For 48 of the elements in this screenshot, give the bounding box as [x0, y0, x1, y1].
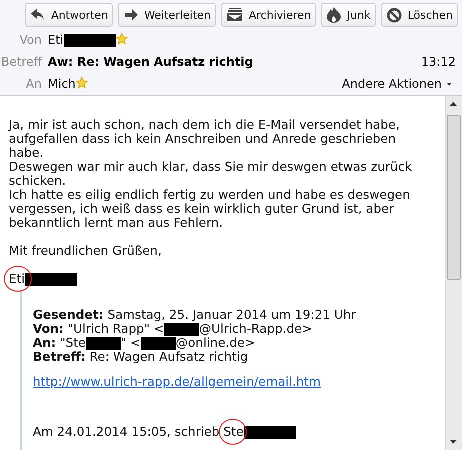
flame-icon	[327, 7, 342, 23]
toolbar-button[interactable]: Antworten	[25, 3, 114, 27]
subject-text: Aw: Re: Wagen Aufsatz richtig	[48, 55, 254, 69]
text: Re: Wagen Aufsatz richtig	[90, 350, 248, 364]
star-icon[interactable]	[116, 32, 128, 44]
text: Ste	[224, 425, 244, 439]
sender-name[interactable]: Eti	[48, 33, 64, 47]
text: @Ulrich-Rapp.de>	[199, 322, 312, 336]
message-paragraph: Mit freundlichen Grüßen,	[9, 244, 163, 258]
forward-arrow-icon	[124, 9, 138, 21]
text: @online.de>	[176, 336, 256, 350]
redaction-bar	[164, 322, 200, 336]
star-icon[interactable]	[76, 76, 88, 88]
redaction-bar	[25, 272, 78, 286]
time-text: 13:12	[421, 55, 456, 69]
scrollbar[interactable]	[445, 96, 462, 450]
field-label: An	[25, 77, 42, 91]
archive-box-icon	[227, 8, 244, 22]
no-entry-icon	[386, 8, 402, 22]
toolbar-button[interactable]: Archivieren	[221, 3, 316, 27]
toolbar-button[interactable]: Löschen	[380, 3, 458, 27]
redaction-bar	[86, 336, 121, 350]
redaction-bar	[244, 426, 296, 438]
reply-arrow-icon	[31, 9, 46, 21]
dropdown-caret-icon	[447, 82, 452, 86]
redaction-bar	[64, 34, 116, 46]
text: Eti	[9, 272, 26, 286]
text: "Ulrich Rapp" <	[68, 322, 164, 336]
field-label: An:	[33, 336, 56, 350]
scroll-down-arrow-icon[interactable]	[450, 440, 457, 444]
text: " <	[120, 336, 141, 350]
field-label: Betreff	[0, 55, 42, 69]
message-paragraph: Ja, mir ist auch schon, nach dem ich die E-Mail versendet habe, aufgefallen dass ich kein Anschreiben und Anrede geschrieben habe. Deswegen war mir auch klar, dass Sie mir deswgen etwas zurück schicken. Ich hatte es eilig endlich fertig zu werden und habe es deswegen vergessen, ich weiß dass es kein wirklich guter Grund ist, aber bekanntlich lernt man aus Fehlern.	[9, 118, 414, 230]
field-label: Gesendet:	[33, 308, 104, 322]
link[interactable]: http://www.ulrich-rapp.de/allgemein/email.htm	[33, 375, 445, 389]
text: Samstag, 25. Januar 2014 um 19:21 Uhr	[108, 308, 356, 322]
recipient-name[interactable]: Mich	[48, 77, 76, 91]
toolbar-button[interactable]: Weiterleiten	[118, 3, 216, 27]
more-actions-menu[interactable]: Andere Aktionen	[342, 77, 458, 91]
field-label: Betreff:	[33, 350, 86, 364]
scroll-up-arrow-icon[interactable]	[450, 102, 457, 106]
text: "Ste	[60, 336, 86, 350]
text: Am 24.01.2014 15:05, schrieb	[33, 425, 221, 439]
field-label: Von	[18, 33, 42, 47]
field-label: Von:	[33, 322, 64, 336]
toolbar-button[interactable]: Junk	[321, 3, 376, 27]
scroll-thumb[interactable]	[447, 115, 461, 280]
redaction-bar	[140, 336, 176, 350]
